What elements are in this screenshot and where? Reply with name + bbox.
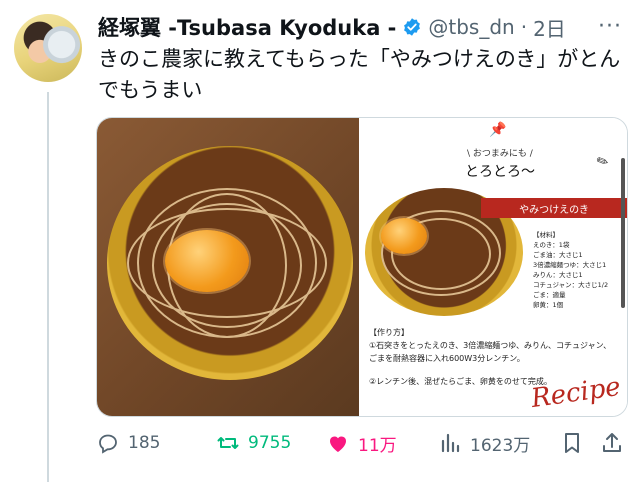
recipe-tag: \ おつまみにも / [467, 149, 533, 159]
ingredients-list: 【材料】 えのき：1袋 ごま油：大さじ1 3倍濃縮麺つゆ：大さじ1 みりん：大さ… [533, 230, 608, 310]
ingredient-item: コチュジャン：大さじ1/2 [533, 281, 609, 289]
pen-icon: ✎ [594, 152, 612, 172]
retweet-button[interactable]: 9755 [216, 431, 326, 455]
retweet-icon [217, 437, 239, 449]
avatar[interactable] [14, 14, 82, 82]
verified-badge-icon [402, 17, 422, 37]
handle[interactable]: @tbs_dn [428, 15, 514, 39]
timestamp[interactable]: 2日 [533, 13, 566, 42]
like-count: 11万 [358, 435, 397, 456]
ingredient-item: ごま油：大さじ1 [533, 251, 583, 259]
reply-count: 185 [128, 433, 161, 453]
tweet-header: 経塚翼 -Tsubasa Kyoduka - @tbs_dn · 2日 ··· [98, 12, 630, 42]
reply-icon [99, 434, 117, 454]
views-button[interactable]: 1623万 [438, 431, 560, 456]
scrollbar [621, 158, 625, 308]
ingredient-item: 3倍濃縮麺つゆ：大さじ1 [533, 261, 607, 269]
ingredient-item: みりん：大さじ1 [533, 271, 583, 279]
action-bar: 185 9755 11万 1623万 [96, 426, 628, 460]
recipe-subtitle: とろとろ〜 [465, 164, 535, 180]
media-grid[interactable]: 📌 ✎ \ おつまみにも / とろとろ〜 やみつけえのき 【材料】 えのき：1袋… [96, 117, 628, 417]
steps-heading: 【作り方】 [369, 328, 409, 337]
ingredient-item: ごま：適量 [533, 291, 566, 299]
ingredient-item: 卵黄：1個 [533, 301, 564, 309]
ingredients-heading: 【材料】 [533, 231, 559, 239]
retweet-count: 9755 [248, 433, 292, 453]
heart-icon [330, 436, 346, 452]
more-options-icon[interactable]: ··· [598, 14, 622, 39]
pin-icon: 📌 [489, 122, 507, 138]
share-button[interactable] [600, 431, 628, 455]
recipe-card[interactable]: 📌 ✎ \ おつまみにも / とろとろ〜 やみつけえのき 【材料】 えのき：1袋… [359, 118, 627, 416]
ingredient-item: えのき：1袋 [533, 241, 570, 249]
display-name[interactable]: 経塚翼 -Tsubasa Kyoduka - [98, 12, 396, 42]
recipe-name-banner: やみつけえのき [481, 198, 627, 218]
share-icon [603, 433, 621, 452]
analytics-icon [441, 433, 460, 453]
egg-yolk [381, 218, 427, 254]
tweet-text: きのこ農家に教えてもらった「やみつけえのき」がとんでもうまい [98, 47, 621, 102]
like-button[interactable]: 11万 [326, 431, 438, 456]
egg-yolk [165, 230, 249, 292]
bookmark-icon [565, 433, 579, 453]
dish-photo[interactable] [97, 118, 359, 416]
thread-line [47, 92, 49, 482]
reply-button[interactable]: 185 [96, 431, 216, 455]
separator-dot: · [520, 15, 528, 39]
step-1: ①石突きをとったえのき、3倍濃縮麺つゆ、みりん、コチュジャン、ごまを耐熱容器に入… [369, 341, 612, 363]
view-count: 1623万 [470, 435, 531, 456]
bookmark-button[interactable] [560, 431, 600, 455]
